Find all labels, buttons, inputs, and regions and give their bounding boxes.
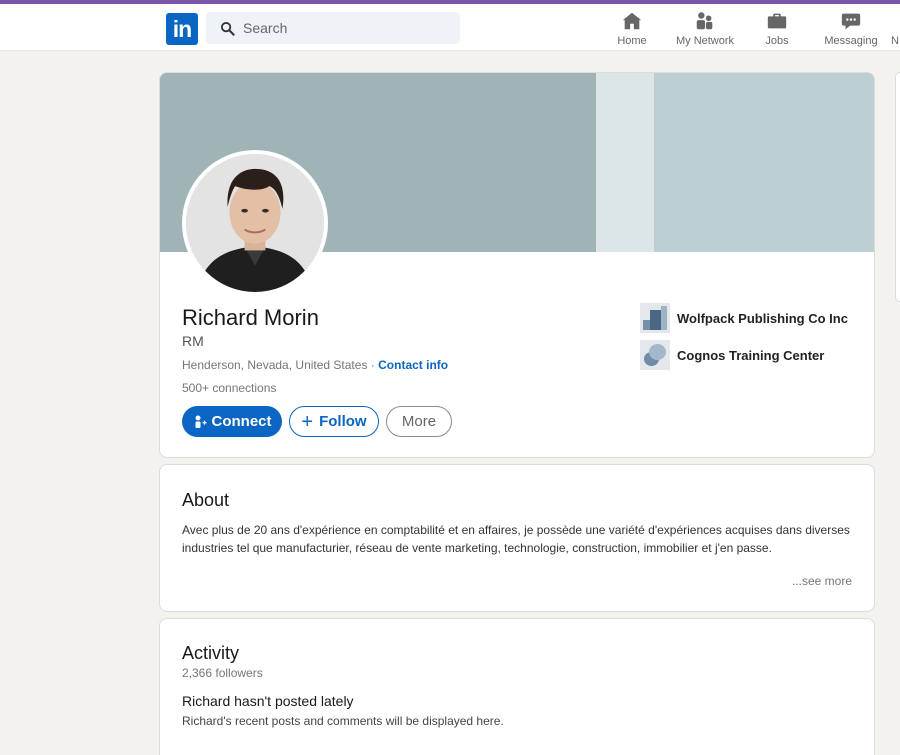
about-text: Avec plus de 20 ans d'expérience en comp… (182, 523, 850, 555)
location-separator: · (367, 358, 379, 372)
experience-company-name: Wolfpack Publishing Co Inc (677, 310, 848, 326)
search-box[interactable]: Search (206, 12, 460, 44)
activity-card: Activity 2,366 followers Richard hasn't … (159, 618, 875, 755)
briefcase-icon (757, 10, 797, 32)
nav-notifications[interactable]: N (891, 10, 900, 47)
search-icon (220, 21, 235, 36)
nav-home[interactable]: Home (612, 10, 652, 47)
top-navbar: in Search Home My Network Jobs Messaging… (0, 4, 900, 51)
profile-avatar[interactable] (182, 150, 328, 296)
right-sidebar-edge (895, 72, 900, 302)
nav-jobs-label: Jobs (765, 35, 789, 47)
nav-my-network[interactable]: My Network (670, 10, 740, 47)
cover-strip (596, 73, 654, 252)
plus-icon: + (301, 410, 314, 433)
profile-name: Richard Morin (182, 305, 319, 330)
about-title: About (182, 490, 230, 510)
follow-label: Follow (319, 413, 367, 430)
nav-jobs[interactable]: Jobs (757, 10, 797, 47)
connect-button[interactable]: Connect (182, 406, 282, 437)
activity-empty-text: Richard's recent posts and comments will… (182, 714, 504, 728)
more-label: More (401, 413, 437, 430)
more-button[interactable]: More (386, 406, 452, 437)
see-more-link[interactable]: ...see more (792, 574, 852, 588)
follow-button[interactable]: + Follow (289, 406, 379, 437)
search-input[interactable]: Search (243, 20, 287, 36)
network-icon (670, 10, 740, 32)
profile-location: Henderson, Nevada, United States (182, 358, 368, 372)
profile-location-line: Henderson, Nevada, United States · Conta… (182, 358, 448, 372)
connect-label: Connect (211, 413, 272, 430)
experience-item-school[interactable]: Cognos Training Center (640, 340, 824, 370)
connections-count[interactable]: 500+ connections (182, 381, 276, 395)
nav-network-label: My Network (675, 35, 735, 47)
profile-headline: RM (182, 333, 204, 349)
notifications-icon (891, 10, 900, 32)
linkedin-logo[interactable]: in (166, 13, 198, 45)
experience-school-name: Cognos Training Center (677, 347, 825, 363)
nav-home-label: Home (617, 35, 647, 47)
about-card: About Avec plus de 20 ans d'expérience e… (159, 464, 875, 612)
school-logo (640, 340, 670, 370)
avatar-photo (186, 154, 324, 292)
followers-count: 2,366 followers (182, 666, 263, 680)
activity-empty-heading: Richard hasn't posted lately (182, 693, 354, 709)
nav-messaging[interactable]: Messaging (820, 10, 882, 47)
cover-right-panel (654, 73, 874, 252)
nav-notifications-label: N (891, 35, 899, 47)
nav-messaging-label: Messaging (824, 35, 878, 47)
profile-card: Richard Morin RM Henderson, Nevada, Unit… (159, 72, 875, 458)
activity-title: Activity (182, 643, 240, 663)
company-logo (640, 303, 670, 333)
contact-info-link[interactable]: Contact info (378, 358, 448, 372)
chat-icon (820, 10, 882, 32)
experience-item-company[interactable]: Wolfpack Publishing Co Inc (640, 303, 848, 333)
add-person-icon (193, 415, 207, 429)
home-icon (612, 10, 652, 32)
